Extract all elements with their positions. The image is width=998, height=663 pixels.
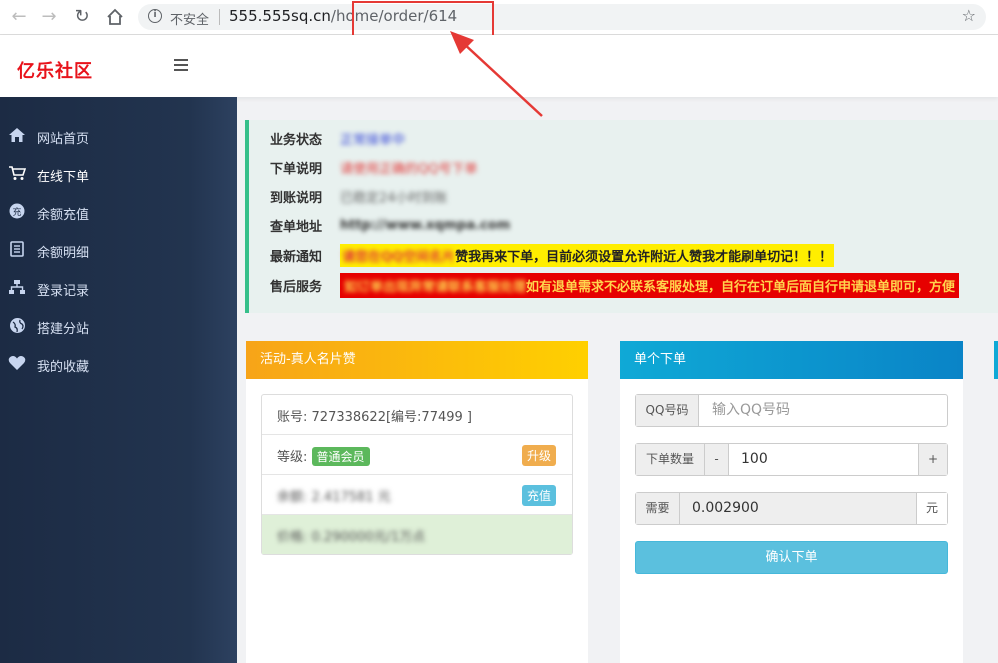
address-separator bbox=[219, 9, 220, 25]
notice-row-status: 业务状态 正常接单中 bbox=[270, 128, 405, 152]
browser-toolbar: ← → ↻ i 不安全 555.555sq.cn/home/order/614 … bbox=[0, 0, 998, 35]
recharge-icon: 充 bbox=[8, 203, 26, 221]
activity-card: 活动-真人名片赞 账号: 727338622[编号:77499 ] 等级: 普通… bbox=[246, 341, 588, 663]
quantity-plus-button[interactable]: + bbox=[918, 444, 947, 475]
notice-label: 业务状态 bbox=[270, 133, 323, 148]
notice-label: 查单地址 bbox=[270, 220, 323, 235]
globe-icon bbox=[8, 317, 26, 335]
notice-value: 请使用正确的QQ号下单 bbox=[340, 162, 478, 177]
sidebar-item-label: 搭建分站 bbox=[37, 322, 90, 337]
notice-row-arrival: 到账说明 已稳定24小时到账 bbox=[270, 186, 448, 210]
account-row: 账号: 727338622[编号:77499 ] bbox=[262, 395, 572, 435]
cost-group: 需要 0.002900 元 bbox=[635, 492, 948, 525]
sidebar-item-substation[interactable]: 搭建分站 bbox=[0, 307, 237, 345]
balance-row: 余额: 2.417581 元 充值 bbox=[262, 475, 572, 515]
brand-logo[interactable]: 亿乐社区 bbox=[17, 57, 93, 83]
sidebar-item-favorites[interactable]: 我的收藏 bbox=[0, 345, 237, 383]
ledger-icon bbox=[8, 241, 26, 259]
qq-label: QQ号码 bbox=[636, 395, 699, 426]
single-order-title: 单个下单 bbox=[620, 341, 963, 379]
notice-value: 已稳定24小时到账 bbox=[340, 191, 448, 206]
cost-label: 需要 bbox=[636, 493, 680, 524]
menu-toggle-icon[interactable] bbox=[174, 59, 188, 71]
notice-label: 到账说明 bbox=[270, 191, 323, 206]
level-row: 等级: 普通会员 升级 bbox=[262, 435, 572, 475]
notice-row-lookup: 查单地址 http://www.xqmpa.com bbox=[270, 215, 510, 239]
sidebar-item-label: 余额明细 bbox=[37, 246, 90, 261]
url-host: 555.555sq.cn bbox=[229, 7, 331, 25]
sidebar-item-ledger[interactable]: 余额明细 bbox=[0, 231, 237, 269]
price-label: 价格: bbox=[277, 530, 308, 545]
notice-label: 最新通知 bbox=[270, 250, 323, 265]
quantity-label: 下单数量 bbox=[636, 444, 705, 475]
level-badge: 普通会员 bbox=[311, 447, 370, 466]
activity-card-title: 活动-真人名片赞 bbox=[246, 341, 588, 379]
balance-label: 余额: bbox=[277, 490, 308, 505]
next-card-edge bbox=[994, 341, 998, 379]
sidebar-item-recharge[interactable]: 充 余额充值 bbox=[0, 193, 237, 231]
single-order-card: 单个下单 QQ号码 输入QQ号码 下单数量 - 100 + 需要 0.00290… bbox=[620, 341, 963, 663]
confirm-order-button[interactable]: 确认下单 bbox=[635, 541, 948, 574]
home-icon[interactable] bbox=[104, 6, 126, 28]
quantity-minus-button[interactable]: - bbox=[705, 444, 729, 475]
notice-value: http://www.xqmpa.com bbox=[340, 218, 511, 233]
upgrade-button[interactable]: 升级 bbox=[521, 445, 556, 466]
info-icon[interactable]: i bbox=[148, 9, 162, 23]
qq-input[interactable]: 输入QQ号码 bbox=[712, 395, 790, 426]
sidebar-item-label: 在线下单 bbox=[37, 170, 90, 185]
sidebar: 网站首页 在线下单 充 余额充值 余额明细 登录记录 搭建分站 我的收藏 bbox=[0, 97, 237, 663]
home-icon bbox=[8, 127, 26, 145]
site-header: 亿乐社区 bbox=[0, 35, 998, 97]
notice-value: 正常接单中 bbox=[340, 133, 406, 148]
notice-label: 下单说明 bbox=[270, 162, 323, 177]
account-value: 727338622[编号:77499 ] bbox=[311, 410, 472, 425]
balance-value: 2.417581 元 bbox=[311, 490, 391, 505]
reload-icon[interactable]: ↻ bbox=[71, 6, 93, 28]
level-label: 等级: bbox=[277, 450, 308, 465]
qq-input-group: QQ号码 输入QQ号码 bbox=[635, 394, 948, 427]
cost-value: 0.002900 bbox=[680, 493, 917, 524]
bookmark-star-icon[interactable]: ☆ bbox=[962, 6, 976, 25]
latest-notice-text: 请您在QQ空间名片赞我再来下单，目前必须设置允许附近人赞我才能刷单切记！！！ bbox=[340, 244, 835, 267]
cost-unit: 元 bbox=[916, 493, 947, 524]
notice-row-after-sales: 售后服务 如订单出现异常请联系客服处理如有退单需求不必联系客服处理，自行在订单后面… bbox=[270, 273, 960, 298]
sitemap-icon bbox=[8, 279, 26, 297]
cart-icon bbox=[8, 165, 27, 183]
sidebar-item-label: 网站首页 bbox=[37, 132, 90, 147]
heart-icon bbox=[8, 355, 26, 373]
price-value: 0.290000元/1万点 bbox=[311, 530, 426, 545]
sidebar-item-label: 我的收藏 bbox=[37, 360, 90, 375]
back-arrow-icon[interactable]: ← bbox=[8, 6, 30, 28]
recharge-button[interactable]: 充值 bbox=[521, 485, 556, 506]
svg-text:充: 充 bbox=[12, 206, 21, 218]
security-label: 不安全 bbox=[170, 13, 210, 28]
account-info-list: 账号: 727338622[编号:77499 ] 等级: 普通会员 升级 余额:… bbox=[261, 394, 573, 555]
notice-panel: 业务状态 正常接单中 下单说明 请使用正确的QQ号下单 到账说明 已稳定24小时到账 … bbox=[245, 120, 998, 313]
after-sales-text: 如订单出现异常请联系客服处理如有退单需求不必联系客服处理，自行在订单后面自行申请… bbox=[340, 273, 960, 298]
address-bar[interactable]: i 不安全 555.555sq.cn/home/order/614 ☆ bbox=[138, 4, 986, 30]
sidebar-item-home[interactable]: 网站首页 bbox=[0, 117, 237, 155]
quantity-input-group: 下单数量 - 100 + bbox=[635, 443, 948, 476]
sidebar-item-login-log[interactable]: 登录记录 bbox=[0, 269, 237, 307]
quantity-input[interactable]: 100 bbox=[741, 444, 768, 475]
sidebar-item-order[interactable]: 在线下单 bbox=[0, 155, 237, 193]
sidebar-item-label: 余额充值 bbox=[37, 208, 90, 223]
notice-row-latest: 最新通知 请您在QQ空间名片赞我再来下单，目前必须设置允许附近人赞我才能刷单切记！… bbox=[270, 244, 835, 268]
notice-label: 售后服务 bbox=[270, 280, 323, 295]
sidebar-item-label: 登录记录 bbox=[37, 284, 90, 299]
price-row: 价格: 0.290000元/1万点 bbox=[262, 515, 572, 554]
forward-arrow-icon[interactable]: → bbox=[38, 6, 60, 28]
notice-row-order-instructions: 下单说明 请使用正确的QQ号下单 bbox=[270, 157, 477, 181]
account-label: 账号: bbox=[277, 410, 308, 425]
